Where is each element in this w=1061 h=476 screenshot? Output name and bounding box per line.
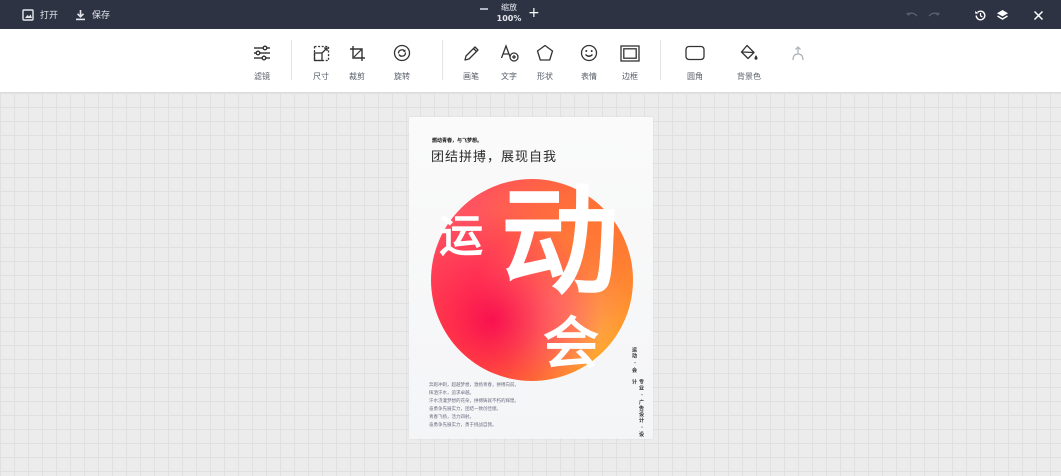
tool-shape-label: 形状 [537, 72, 553, 81]
smiley-icon [578, 42, 600, 64]
save-label: 保存 [92, 11, 111, 21]
tool-rotate[interactable]: 旋转 [382, 42, 422, 82]
tool-round-corner[interactable]: 圆角 [675, 42, 715, 82]
tool-text-label: 文字 [501, 72, 517, 81]
merge-arrow-icon [787, 42, 809, 64]
tool-emoji[interactable]: 表情 [569, 42, 609, 82]
resize-icon [310, 42, 332, 64]
undo-icon[interactable] [904, 7, 920, 23]
tool-crop-label: 裁剪 [349, 72, 365, 81]
tool-background-color[interactable]: 背景色 [729, 42, 769, 82]
tool-rotate-label: 旋转 [394, 72, 410, 81]
tool-brush-label: 画笔 [463, 72, 479, 81]
top-bar: 打开 保存 缩放 100% + [0, 0, 1061, 29]
poster-char-dong: 动 [501, 173, 619, 311]
zoom-control: 缩放 100% [488, 2, 530, 24]
text-add-icon [498, 42, 520, 64]
poster-body-line: 挥洒汗水，追求卓越。 [429, 391, 474, 396]
download-icon [75, 9, 86, 21]
poster-body-text: 奔跑冲刺，超越梦想，激扬青春，拼搏向前。 挥洒汗水，追求卓越。 汗水浇灌梦想的花… [429, 382, 519, 430]
tool-filter-label: 滤镜 [254, 72, 270, 81]
open-button[interactable]: 打开 [22, 0, 58, 29]
poster-body-line: 汗水浇灌梦想的花朵，拼搏铸就不朽的辉煌。 [429, 399, 519, 404]
frame-icon [619, 42, 641, 64]
poster-body-line: 青春飞扬，活力四射。 [429, 415, 474, 420]
poster-body-line: 奋勇争先展实力，勇于挑战自我。 [429, 423, 497, 428]
save-button[interactable]: 保存 [75, 0, 110, 29]
redo-icon[interactable] [926, 7, 942, 23]
zoom-in-button[interactable]: + [528, 6, 540, 20]
tool-text[interactable]: 文字 [489, 42, 529, 82]
poster-body-line: 奋勇争先展实力，团结一致创佳绩。 [429, 407, 501, 412]
image-icon [22, 8, 34, 21]
poster-char-yun: 运 [439, 211, 483, 262]
poster-image[interactable]: 燃动青春，与飞梦想。 团结拼搏，展现自我 运 动 会 奔跑冲刺，超越梦想，激扬青… [409, 117, 653, 439]
zoom-value: 100% [496, 14, 522, 23]
poster-tagline: 燃动青春，与飞梦想。 [432, 138, 483, 144]
pentagon-icon [534, 42, 556, 64]
tool-shape[interactable]: 形状 [525, 42, 565, 82]
rounded-rect-icon [684, 42, 706, 64]
zoom-out-button[interactable] [480, 8, 488, 10]
sliders-icon [251, 42, 273, 64]
poster-headline: 团结拼搏，展现自我 [431, 150, 558, 165]
tool-split[interactable] [778, 42, 818, 64]
toolbar-divider [442, 40, 443, 80]
paint-bucket-icon [738, 42, 760, 64]
poster-vertical-text: 运动 · 会 [631, 347, 637, 374]
zoom-label: 缩放 [501, 3, 517, 12]
toolbar-divider [291, 40, 292, 80]
history-icon[interactable] [972, 7, 988, 23]
tool-crop[interactable]: 裁剪 [337, 42, 377, 82]
tool-background-color-label: 背景色 [737, 72, 761, 81]
tool-border-label: 边框 [622, 72, 638, 81]
tool-filter[interactable]: 滤镜 [242, 42, 282, 82]
open-label: 打开 [40, 11, 59, 21]
close-icon[interactable] [1030, 7, 1046, 23]
poster-char-hui: 会 [543, 312, 599, 377]
tool-border[interactable]: 边框 [610, 42, 650, 82]
tool-resize[interactable]: 尺寸 [301, 42, 341, 82]
pencil-icon [460, 42, 482, 64]
toolbar-divider [660, 40, 661, 80]
tool-resize-label: 尺寸 [313, 72, 329, 81]
crop-icon [346, 42, 368, 64]
rotate-icon [391, 42, 413, 64]
tool-round-corner-label: 圆角 [687, 72, 703, 81]
poster-body-line: 奔跑冲刺，超越梦想，激扬青春，拼搏向前。 [429, 383, 519, 388]
tool-emoji-label: 表情 [581, 72, 597, 81]
layers-icon[interactable] [994, 7, 1010, 23]
tool-brush[interactable]: 画笔 [451, 42, 491, 82]
tool-toolbar: 滤镜 尺寸 裁剪 旋转 画笔 文字 形状 表情 边框 圆角 背景色 [0, 29, 1061, 93]
poster-vertical-text: 专业 · 广告设计 · 设计 [631, 379, 644, 438]
